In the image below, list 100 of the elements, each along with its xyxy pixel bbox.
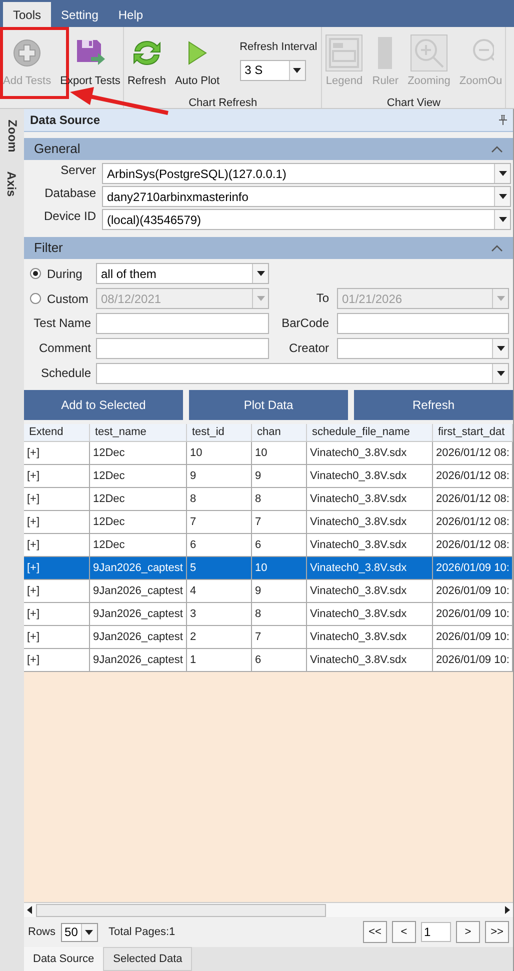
menu-tab[interactable]: Tools — [3, 2, 52, 27]
table-cell: Vinatech0_3.8V.sdx — [307, 511, 433, 533]
table-row[interactable]: [+] 9Jan2026_captest 5 10 Vinatech0_3.8V.sdx 2026/01/09 10: — [24, 557, 513, 580]
table-row[interactable]: [+] 9Jan2026_captest 3 8 Vinatech0_3.8V.sdx 2026/01/09 10: — [24, 603, 513, 626]
table-cell: 10 — [187, 442, 252, 464]
side-tab[interactable]: Zoom — [5, 120, 19, 152]
radio-option[interactable]: During — [30, 264, 94, 282]
column-header[interactable]: chan — [252, 424, 307, 441]
table-cell: [+] — [24, 626, 90, 648]
collapse-icon[interactable] — [491, 146, 503, 152]
table-cell: 9Jan2026_captest — [90, 557, 187, 579]
table-row[interactable]: [+] 9Jan2026_captest 4 9 Vinatech0_3.8V.sdx 2026/01/09 10: — [24, 580, 513, 603]
pager-button[interactable]: > — [456, 921, 480, 943]
combo-box[interactable]: dany2710arbinxmasterinfo — [102, 186, 511, 207]
pager-button[interactable]: >> — [485, 921, 509, 943]
table-cell: 2026/01/12 08: — [433, 488, 513, 510]
table-row[interactable]: [+] 9Jan2026_captest 2 7 Vinatech0_3.8V.sdx 2026/01/09 10: — [24, 626, 513, 649]
field-label: To — [315, 291, 330, 306]
table-cell: 9 — [187, 465, 252, 487]
bottom-tab[interactable]: Data Source — [24, 947, 104, 971]
table-cell: Vinatech0_3.8V.sdx — [307, 557, 433, 579]
table-cell: 9Jan2026_captest — [90, 603, 187, 625]
input-field[interactable] — [96, 338, 269, 359]
column-header[interactable]: schedule_file_name — [307, 424, 433, 441]
legend-icon — [325, 34, 364, 72]
plus-icon — [13, 39, 42, 67]
table-cell: 9Jan2026_captest — [90, 580, 187, 602]
table-cell: [+] — [24, 534, 90, 556]
table-row[interactable]: [+] 12Dec 9 9 Vinatech0_3.8V.sdx 2026/01/12 08: — [24, 465, 513, 488]
refresh-interval-select[interactable]: 3 S — [240, 60, 306, 80]
rows-select[interactable]: 50 — [60, 922, 98, 942]
ribbon-button[interactable]: Auto Plot — [174, 27, 221, 94]
bottom-tab[interactable]: Selected Data — [103, 947, 192, 971]
table-cell: 7 — [252, 511, 307, 533]
field-label: Device ID — [42, 209, 96, 224]
period-select[interactable]: all of them — [96, 263, 269, 284]
page-field[interactable]: 1 — [421, 922, 451, 942]
table-cell: Vinatech0_3.8V.sdx — [307, 603, 433, 625]
combo-box[interactable]: ArbinSys(PostgreSQL)(127.0.0.1) — [102, 163, 511, 184]
column-header[interactable]: Extend — [24, 424, 90, 441]
column-header[interactable]: test_id — [187, 424, 252, 441]
table-cell: [+] — [24, 465, 90, 487]
collapse-icon[interactable] — [491, 244, 503, 252]
table-cell: 6 — [252, 534, 307, 556]
section-header[interactable]: Filter — [24, 237, 513, 259]
table-cell: Vinatech0_3.8V.sdx — [307, 465, 433, 487]
table-cell: 9Jan2026_captest — [90, 649, 187, 671]
action-button[interactable]: Refresh — [354, 390, 513, 420]
total-pages-text: Total Pages:1 — [108, 924, 176, 940]
table-cell: 2026/01/09 10: — [433, 626, 513, 648]
radio-option[interactable]: Custom — [30, 290, 94, 308]
field-label: Server — [60, 163, 96, 178]
table-cell: 10 — [252, 442, 307, 464]
refresh-icon — [130, 38, 163, 68]
pager-button[interactable]: < — [392, 921, 416, 943]
table-cell: 12Dec — [90, 442, 187, 464]
ribbon-group-label: Chart Refresh — [188, 96, 258, 110]
table-cell: 7 — [252, 626, 307, 648]
table-cell: [+] — [24, 649, 90, 671]
table-cell: Vinatech0_3.8V.sdx — [307, 649, 433, 671]
table-row[interactable]: [+] 12Dec 7 7 Vinatech0_3.8V.sdx 2026/01/12 08: — [24, 511, 513, 534]
table-cell: 2026/01/09 10: — [433, 649, 513, 671]
column-header[interactable]: first_start_dat — [433, 424, 513, 441]
table-row[interactable]: [+] 12Dec 8 8 Vinatech0_3.8V.sdx 2026/01/12 08: — [24, 488, 513, 511]
table-cell: [+] — [24, 488, 90, 510]
table-cell: 2026/01/09 10: — [433, 580, 513, 602]
input-field[interactable] — [337, 313, 509, 334]
action-button[interactable]: Plot Data — [189, 390, 348, 420]
field-label: Schedule — [40, 366, 92, 381]
table-row[interactable]: [+] 12Dec 6 6 Vinatech0_3.8V.sdx 2026/01/12 08: — [24, 534, 513, 557]
side-tab[interactable]: Axis — [5, 171, 19, 197]
horizontal-scrollbar[interactable] — [24, 902, 513, 917]
table-cell: 8 — [187, 488, 252, 510]
table-cell: Vinatech0_3.8V.sdx — [307, 442, 433, 464]
section-header[interactable]: General — [24, 138, 513, 160]
play-icon — [187, 41, 208, 65]
ribbon-group-label: Chart View — [386, 96, 441, 110]
menu-tab[interactable]: Help — [108, 2, 154, 27]
action-button[interactable]: Add to Selected — [24, 390, 183, 420]
menu-tab[interactable]: Setting — [51, 2, 108, 27]
table-row[interactable]: [+] 9Jan2026_captest 1 6 Vinatech0_3.8V.sdx 2026/01/09 10: — [24, 649, 513, 672]
floppy-export-icon — [75, 38, 106, 68]
table-cell: [+] — [24, 442, 90, 464]
combo-box[interactable]: (local)(43546579) — [102, 209, 511, 230]
table-cell: 1 — [187, 649, 252, 671]
ruler-icon — [378, 37, 392, 69]
table-row[interactable]: [+] 12Dec 10 10 Vinatech0_3.8V.sdx 2026/01/12 08: — [24, 442, 513, 465]
pager-button[interactable]: << — [363, 921, 387, 943]
table-cell: Vinatech0_3.8V.sdx — [307, 488, 433, 510]
ribbon-button[interactable]: Refresh — [126, 27, 167, 94]
table-cell: 6 — [252, 649, 307, 671]
table-cell: 12Dec — [90, 534, 187, 556]
input-field[interactable] — [96, 313, 269, 334]
table-cell: 8 — [252, 488, 307, 510]
pin-icon[interactable] — [499, 115, 507, 125]
column-header[interactable]: test_name — [90, 424, 187, 441]
table-cell: 2026/01/12 08: — [433, 465, 513, 487]
table-cell: 2026/01/12 08: — [433, 442, 513, 464]
field-label: BarCode — [280, 316, 330, 331]
table-cell: 12Dec — [90, 488, 187, 510]
